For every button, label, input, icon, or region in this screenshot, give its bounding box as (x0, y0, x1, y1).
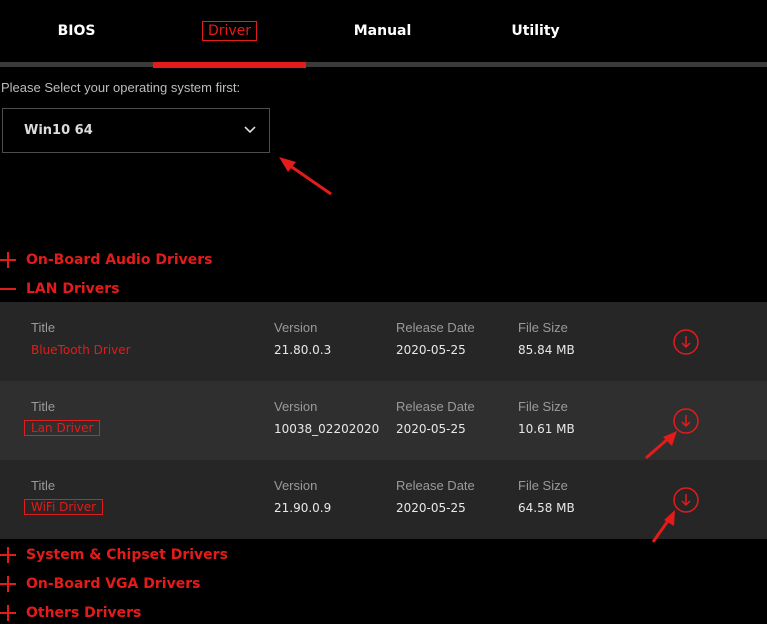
driver-row-wifi: Title WiFi Driver Version 21.90.0.9 Rele… (0, 460, 767, 539)
category-label: On-Board VGA Drivers (26, 576, 201, 592)
driver-row-bluetooth: Title BlueTooth Driver Version 21.80.0.3… (0, 302, 767, 381)
driver-title-link[interactable]: BlueTooth Driver (31, 343, 131, 357)
file-size-column-label: File Size (518, 478, 568, 493)
os-select-dropdown[interactable]: Win10 64 (2, 108, 270, 153)
driver-version: 21.80.0.3 (274, 343, 332, 357)
os-select-value: Win10 64 (24, 123, 93, 138)
release-date-column-label: Release Date (396, 478, 475, 493)
driver-row-lan: Title Lan Driver Version 10038_02202020 … (0, 381, 767, 460)
driver-file-size: 64.58 MB (518, 501, 575, 515)
plus-icon (0, 252, 16, 268)
tab-utility[interactable]: Utility (459, 0, 612, 62)
title-column-label: Title (31, 399, 56, 414)
plus-icon (0, 576, 16, 592)
release-date-column-label: Release Date (396, 320, 475, 335)
driver-file-size: 85.84 MB (518, 343, 575, 357)
driver-version: 10038_02202020 (274, 422, 380, 436)
category-onboard-audio[interactable]: On-Board Audio Drivers (0, 249, 213, 271)
title-column-label: Title (31, 478, 56, 493)
driver-release-date: 2020-05-25 (396, 422, 466, 436)
tab-bar: BIOS Driver Manual Utility (0, 0, 767, 68)
category-system-chipset[interactable]: System & Chipset Drivers (0, 544, 228, 566)
release-date-column-label: Release Date (396, 399, 475, 414)
title-column-label: Title (31, 320, 56, 335)
tab-label: Utility (511, 23, 560, 39)
version-column-label: Version (274, 399, 318, 414)
tab-driver[interactable]: Driver (153, 0, 306, 62)
os-select-prompt: Please Select your operating system firs… (1, 80, 241, 95)
driver-file-size: 10.61 MB (518, 422, 575, 436)
plus-icon (0, 547, 16, 563)
category-lan[interactable]: LAN Drivers (0, 278, 120, 300)
driver-title-link[interactable]: WiFi Driver (24, 499, 104, 515)
tab-manual[interactable]: Manual (306, 0, 459, 62)
tab-label: Driver (201, 21, 258, 41)
active-tab-indicator (153, 62, 306, 68)
tab-bar-divider-end (612, 62, 767, 65)
tab-label: BIOS (57, 23, 96, 39)
tab-bios[interactable]: BIOS (0, 0, 153, 62)
file-size-column-label: File Size (518, 399, 568, 414)
version-column-label: Version (274, 320, 318, 335)
category-label: On-Board Audio Drivers (26, 252, 213, 268)
category-onboard-vga[interactable]: On-Board VGA Drivers (0, 573, 200, 595)
annotation-arrow-icon (279, 157, 332, 196)
driver-title-link[interactable]: Lan Driver (24, 420, 101, 436)
driver-release-date: 2020-05-25 (396, 343, 466, 357)
download-circle-icon[interactable] (673, 408, 699, 434)
minus-icon (0, 281, 16, 297)
file-size-column-label: File Size (518, 320, 568, 335)
driver-version: 21.90.0.9 (274, 501, 332, 515)
download-circle-icon[interactable] (673, 329, 699, 355)
chevron-down-icon (244, 126, 256, 134)
plus-icon (0, 605, 16, 621)
download-circle-icon[interactable] (673, 487, 699, 513)
driver-release-date: 2020-05-25 (396, 501, 466, 515)
category-label: Others Drivers (26, 605, 142, 621)
category-label: System & Chipset Drivers (26, 547, 228, 563)
category-others[interactable]: Others Drivers (0, 602, 141, 624)
category-label: LAN Drivers (26, 281, 120, 297)
tab-label: Manual (353, 23, 412, 39)
version-column-label: Version (274, 478, 318, 493)
